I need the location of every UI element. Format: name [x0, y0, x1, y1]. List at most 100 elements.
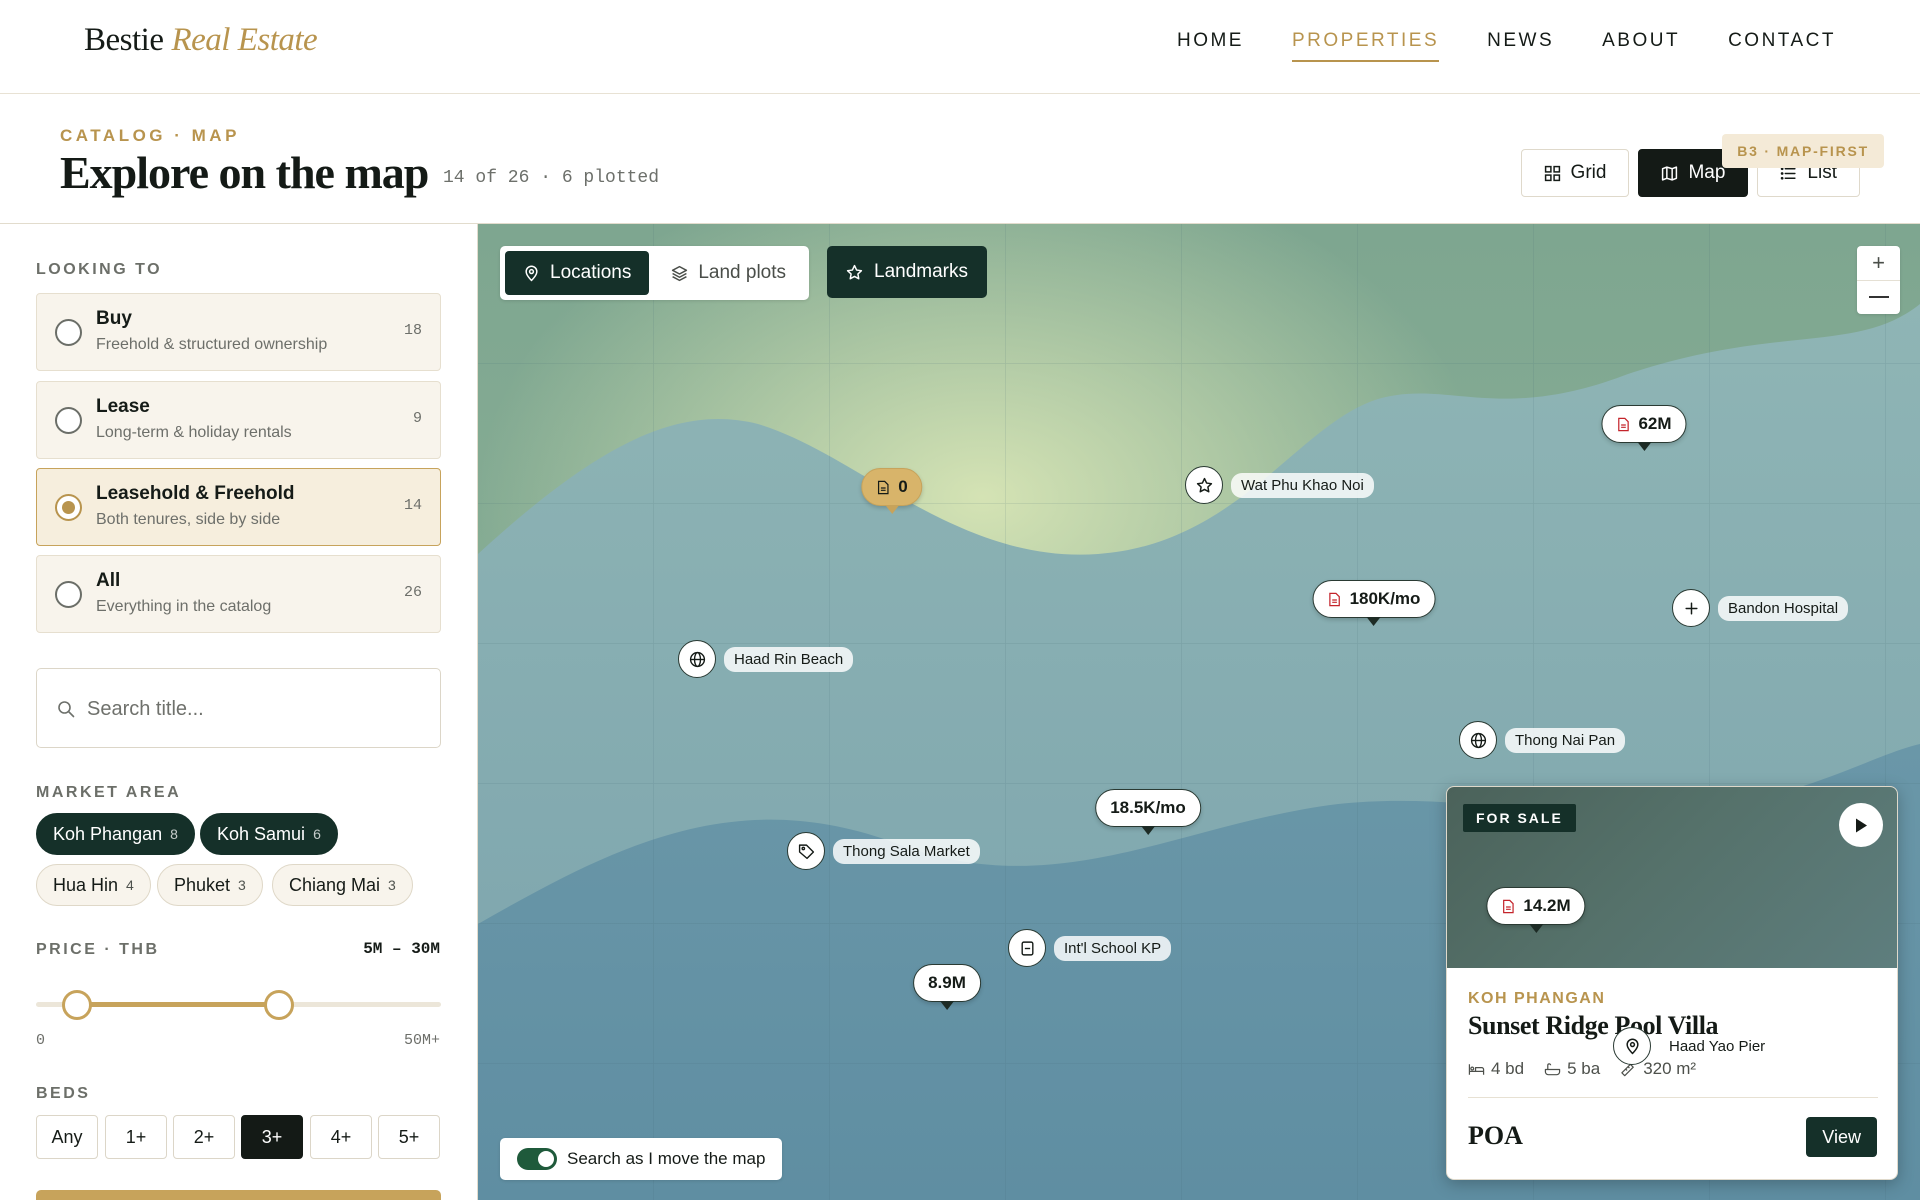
search-as-move-toggle[interactable]: Search as I move the map [500, 1138, 783, 1180]
price-range-value: 5M – 30M [363, 940, 440, 958]
option-count: 14 [403, 497, 422, 514]
beds-5-button[interactable]: 5+ [378, 1115, 440, 1159]
price-pin[interactable]: 0 [861, 468, 923, 514]
spec-baths: 5 ba [1544, 1059, 1600, 1079]
option-buy[interactable]: Buy Freehold & structured ownership 18 [36, 293, 441, 371]
property-card[interactable]: FOR SALE 14.2M KOH PHANGAN Sunset Ridge … [1446, 786, 1898, 1180]
landmark-bandon-hospital[interactable]: Bandon Hospital [1672, 589, 1849, 627]
slider-thumb-min[interactable] [61, 990, 92, 1020]
slider-fill [76, 1002, 279, 1007]
chip-count: 3 [238, 877, 246, 893]
landmark-wat-phu-khao-noi[interactable]: Wat Phu Khao Noi [1185, 466, 1374, 504]
nav-home[interactable]: HOME [1177, 30, 1244, 62]
nav-properties[interactable]: PROPERTIES [1291, 30, 1440, 62]
map-layer-toggle: Locations Land plots [500, 246, 810, 300]
price-pin[interactable]: 180K/mo [1312, 580, 1436, 626]
market-chip-chiang-mai[interactable]: Chiang Mai 3 [272, 864, 413, 906]
landmarks-toggle-button[interactable]: Landmarks [827, 246, 987, 298]
play-video-button[interactable] [1839, 803, 1883, 847]
nav-contact[interactable]: CONTACT [1728, 30, 1836, 62]
zoom-in-button[interactable]: + [1857, 246, 1900, 280]
option-lease[interactable]: Lease Long-term & holiday rentals 9 [36, 381, 441, 459]
search-move-label: Search as I move the map [567, 1149, 766, 1168]
chip-count: 4 [126, 877, 134, 893]
price-pin-label: 18.5K/mo [1110, 798, 1186, 817]
site-logo[interactable]: Bestie Real Estate [84, 22, 318, 59]
looking-to-label: LOOKING TO [36, 261, 163, 278]
view-grid-button[interactable]: Grid [1520, 149, 1630, 197]
chip-label: Koh Phangan [53, 823, 163, 844]
layer-land-plots-button[interactable]: Land plots [653, 251, 804, 295]
tag-icon [798, 843, 814, 859]
layers-icon [672, 265, 688, 281]
option-radio-selected[interactable] [55, 494, 82, 521]
filter-sidebar: LOOKING TO Buy Freehold & structured own… [0, 224, 478, 1200]
price-pin[interactable]: 8.9M [913, 964, 981, 1010]
logo-brand: Bestie [84, 22, 164, 58]
property-map[interactable]: Locations Land plots Landmarks + 0 62M 1… [478, 224, 1920, 1200]
landmark-haad-rin-beach[interactable]: Haad Rin Beach [678, 640, 854, 678]
beds-4-button[interactable]: 4+ [310, 1115, 372, 1159]
price-pin-label: 14.2M [1523, 896, 1571, 915]
nav-news[interactable]: NEWS [1487, 30, 1554, 62]
layer-land-plots-label: Land plots [698, 262, 787, 283]
landmark-label: Thong Sala Market [833, 838, 980, 864]
grid-icon [1544, 165, 1560, 181]
option-description: Both tenures, side by side [96, 511, 281, 528]
market-chip-hua-hin[interactable]: Hua Hin 4 [36, 864, 151, 906]
option-leasehold-freehold[interactable]: Leasehold & Freehold Both tenures, side … [36, 468, 441, 546]
landmark-haad-yao-pier[interactable]: Haad Yao Pier [1613, 1027, 1776, 1065]
option-count: 26 [403, 584, 422, 601]
search-input[interactable] [87, 687, 417, 731]
chip-count: 8 [170, 826, 178, 842]
option-title: All [96, 570, 121, 591]
beds-label: BEDS [36, 1085, 91, 1102]
market-chip-koh-samui[interactable]: Koh Samui 6 [200, 813, 338, 855]
toggle-switch[interactable] [517, 1148, 557, 1170]
property-area: KOH PHANGAN [1468, 990, 1606, 1007]
view-property-button[interactable]: View [1806, 1117, 1877, 1157]
landmark-intl-school-kp[interactable]: Int'l School KP [1008, 929, 1172, 967]
option-radio[interactable] [55, 581, 82, 608]
spec-baths-label: 5 ba [1567, 1059, 1601, 1078]
chip-label: Chiang Mai [289, 874, 381, 895]
landmark-thong-nai-pan[interactable]: Thong Nai Pan [1459, 721, 1626, 759]
beds-1-button[interactable]: 1+ [105, 1115, 167, 1159]
price-pin[interactable]: 18.5K/mo [1095, 789, 1201, 835]
document-icon [1618, 417, 1629, 431]
price-pin[interactable]: 62M [1601, 405, 1687, 451]
option-title: Buy [96, 308, 132, 329]
slider-thumb-max[interactable] [264, 990, 294, 1020]
page-header: CATALOG · MAP Explore on the map 14 of 2… [0, 94, 1920, 224]
landmark-thong-sala-market[interactable]: Thong Sala Market [787, 832, 980, 870]
beds-any-button[interactable]: Any [36, 1115, 98, 1159]
option-radio[interactable] [55, 319, 82, 346]
zoom-out-button[interactable] [1857, 280, 1900, 314]
property-image[interactable]: FOR SALE 14.2M [1447, 787, 1897, 968]
price-pin-label: 0 [898, 477, 908, 496]
option-all[interactable]: All Everything in the catalog 26 [36, 555, 441, 633]
layer-locations-button[interactable]: Locations [505, 251, 650, 295]
option-count: 18 [403, 322, 422, 339]
option-radio[interactable] [55, 407, 82, 434]
star-icon [1196, 477, 1212, 493]
market-chip-koh-phangan[interactable]: Koh Phangan 8 [36, 813, 195, 855]
apply-filters-button[interactable] [36, 1190, 441, 1200]
search-icon [58, 701, 75, 718]
landmarks-label: Landmarks [874, 261, 968, 282]
landmark-marker [1672, 589, 1710, 627]
landmark-label: Haad Rin Beach [724, 646, 854, 672]
beds-2-button[interactable]: 2+ [173, 1115, 235, 1159]
pin-icon [525, 265, 538, 281]
site-header: Bestie Real Estate HOME PROPERTIES NEWS A… [0, 0, 1920, 94]
option-title: Leasehold & Freehold [96, 483, 295, 504]
document-icon [877, 480, 889, 494]
price-pin[interactable]: 14.2M [1486, 887, 1586, 933]
star-icon [846, 264, 863, 280]
price-slider[interactable] [36, 990, 441, 1020]
market-chip-phuket[interactable]: Phuket 3 [157, 864, 263, 906]
nav-about[interactable]: ABOUT [1602, 30, 1680, 62]
market-area-label: MARKET AREA [36, 784, 182, 801]
beds-3-button[interactable]: 3+ [241, 1115, 303, 1159]
property-price: POA [1468, 1121, 1523, 1150]
